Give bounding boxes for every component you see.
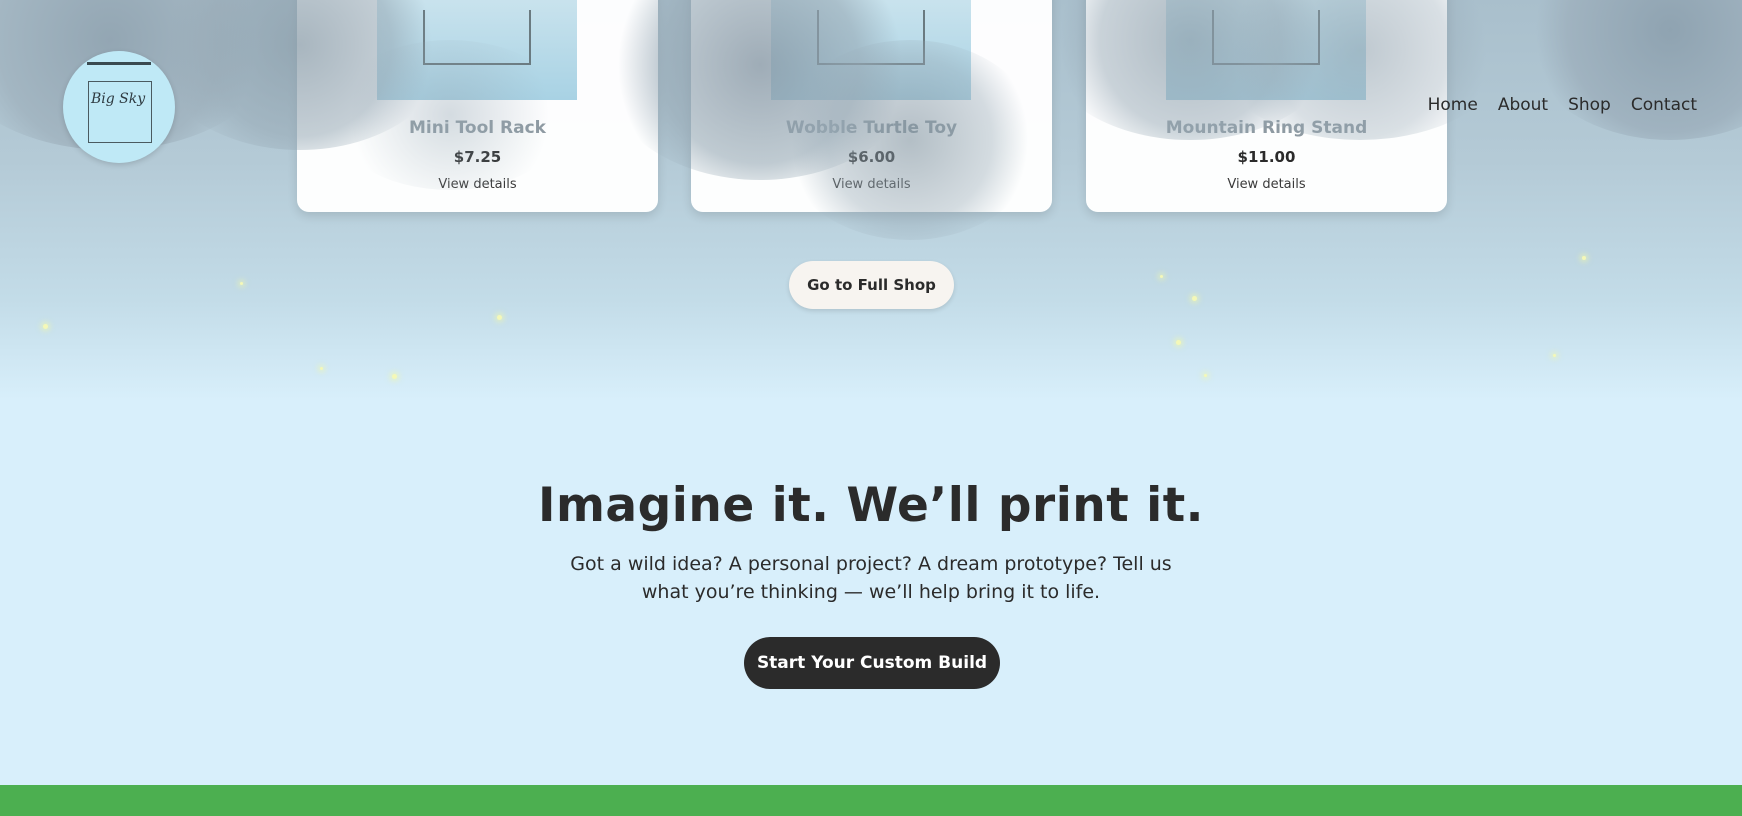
- sparkle-decoration: [240, 282, 243, 285]
- sparkle-decoration: [43, 324, 48, 329]
- sparkle-decoration: [1582, 256, 1586, 260]
- view-details-link[interactable]: View details: [691, 177, 1052, 192]
- main-nav: Home About Shop Contact: [1428, 95, 1697, 115]
- sparkle-decoration: [1176, 340, 1181, 345]
- product-card[interactable]: Wobble Turtle Toy $6.00 View details: [691, 0, 1052, 212]
- logo-script: Big Sky: [91, 91, 146, 107]
- nav-home[interactable]: Home: [1428, 95, 1478, 115]
- product-image[interactable]: [771, 0, 971, 100]
- nav-contact[interactable]: Contact: [1631, 95, 1697, 115]
- product-name[interactable]: Mountain Ring Stand: [1086, 118, 1447, 138]
- sparkle-decoration: [1192, 296, 1197, 301]
- cta-headline: Imagine it. We’ll print it.: [537, 478, 1205, 533]
- nav-shop[interactable]: Shop: [1568, 95, 1611, 115]
- sparkle-decoration: [497, 315, 502, 320]
- sparkle-decoration: [1553, 354, 1556, 357]
- sparkle-decoration: [1204, 374, 1207, 377]
- sparkle-decoration: [320, 367, 323, 370]
- product-price: $7.25: [453, 148, 502, 166]
- view-details-link[interactable]: View details: [1086, 177, 1447, 192]
- footer-bar: [0, 785, 1742, 816]
- product-price: $6.00: [847, 148, 896, 166]
- product-name[interactable]: Wobble Turtle Toy: [691, 118, 1052, 138]
- sparkle-decoration: [1160, 275, 1163, 278]
- product-card[interactable]: Mini Tool Rack $7.25 View details: [297, 0, 658, 212]
- product-name[interactable]: Mini Tool Rack: [297, 118, 658, 138]
- nav-about[interactable]: About: [1498, 95, 1548, 115]
- site-logo[interactable]: Big Sky: [63, 51, 175, 163]
- product-image[interactable]: [377, 0, 577, 100]
- cta-subtext: Got a wild idea? A personal project? A d…: [570, 553, 1172, 603]
- product-price: $11.00: [1237, 148, 1296, 166]
- start-custom-build-button[interactable]: Start Your Custom Build: [744, 637, 1000, 689]
- go-to-full-shop-button[interactable]: Go to Full Shop: [789, 261, 954, 309]
- sparkle-decoration: [392, 374, 397, 379]
- product-image[interactable]: [1166, 0, 1366, 100]
- product-card[interactable]: Mountain Ring Stand $11.00 View details: [1086, 0, 1447, 212]
- view-details-link[interactable]: View details: [297, 177, 658, 192]
